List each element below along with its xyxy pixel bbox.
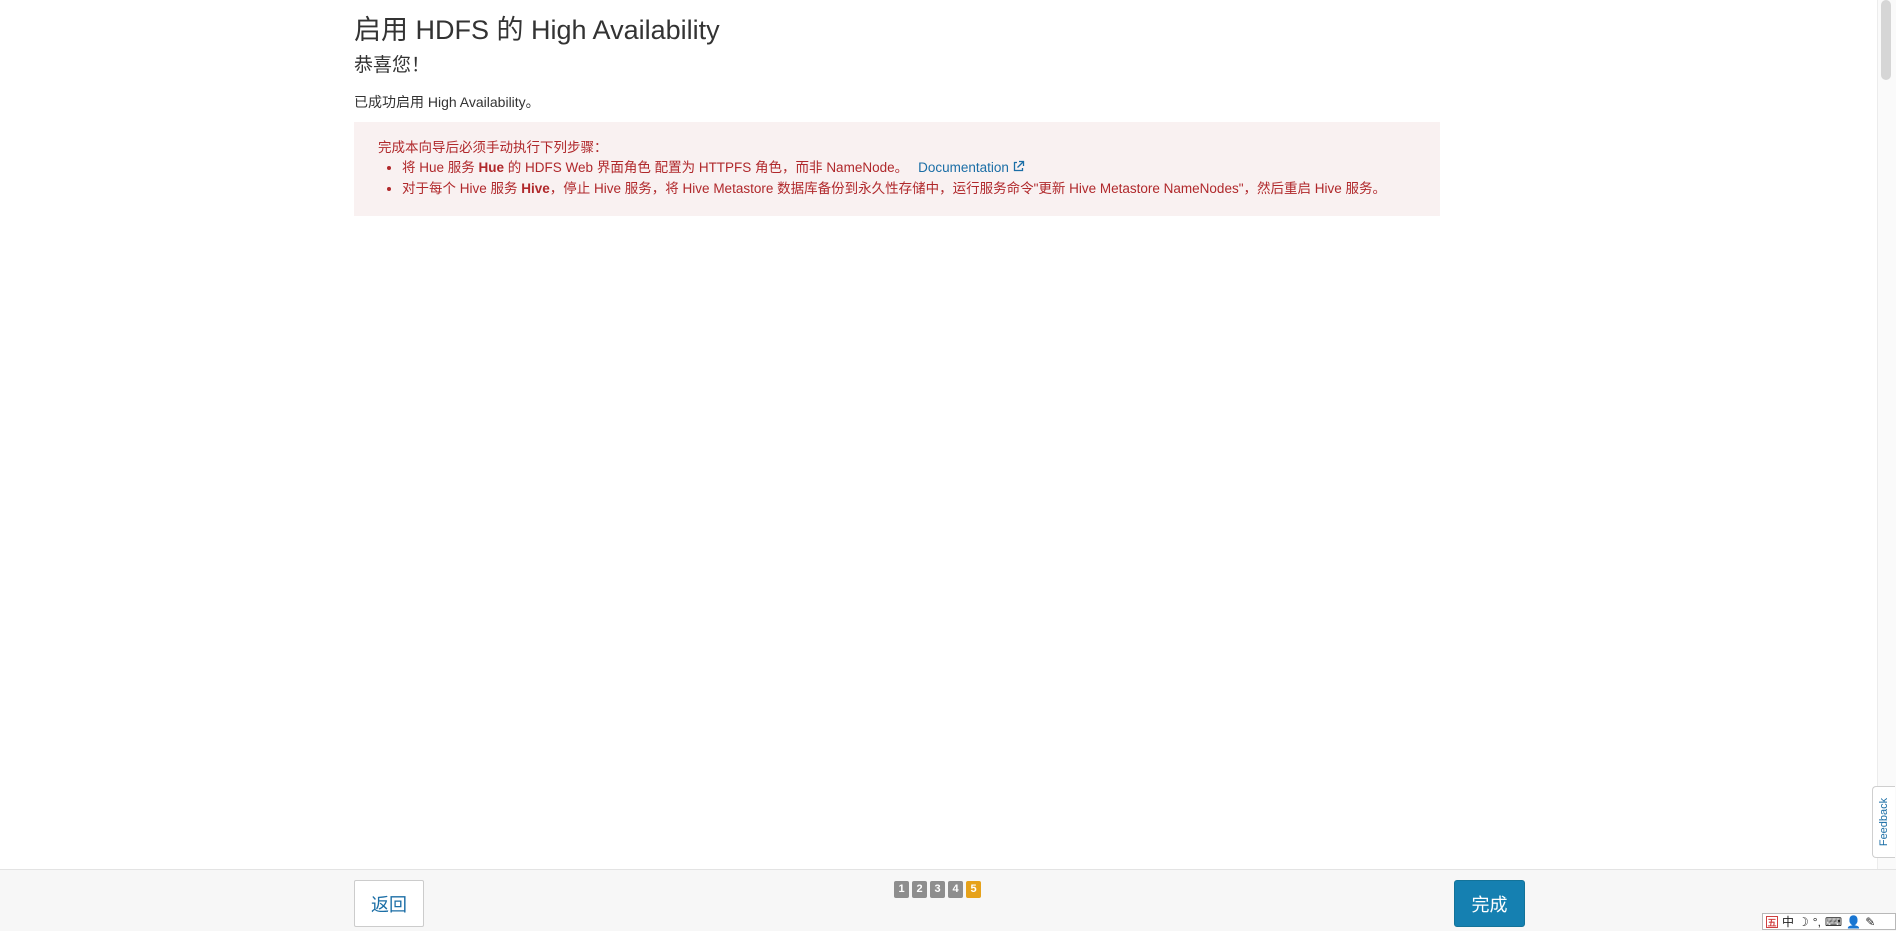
wizard-footer: 返回 1 2 3 4 5 完成 <box>0 869 1896 931</box>
step-badge: 2 <box>912 881 927 898</box>
scrollbar-thumb[interactable] <box>1881 0 1891 80</box>
page-title: 启用 HDFS 的 High Availability <box>354 15 720 45</box>
manual-steps-alert: 完成本向导后必须手动执行下列步骤： 将 Hue 服务 Hue 的 HDFS We… <box>354 122 1440 216</box>
documentation-link[interactable]: Documentation <box>918 160 1025 175</box>
feedback-label: Feedback <box>1878 797 1890 847</box>
congrats-heading: 恭喜您！ <box>354 55 431 76</box>
step-text: ，停止 Hive 服务，将 Hive Metastore 数据库备份到永久性存储… <box>549 181 1386 196</box>
moon-icon[interactable]: ☽ <box>1798 915 1809 929</box>
vertical-scrollbar[interactable] <box>1877 0 1896 869</box>
external-link-icon <box>1012 159 1025 179</box>
list-item: 将 Hue 服务 Hue 的 HDFS Web 界面角色 配置为 HTTPFS … <box>402 158 1416 179</box>
alert-title: 完成本向导后必须手动执行下列步骤： <box>378 140 608 155</box>
keyboard-icon[interactable]: ⌨ <box>1825 915 1842 929</box>
step-badge: 3 <box>930 881 945 898</box>
step-indicator: 1 2 3 4 5 <box>894 881 981 898</box>
wrench-icon[interactable]: ✎ <box>1865 915 1875 929</box>
ime-language[interactable]: 中 <box>1782 915 1794 929</box>
user-icon[interactable]: 👤 <box>1846 915 1861 929</box>
back-button[interactable]: 返回 <box>354 880 424 927</box>
finish-button[interactable]: 完成 <box>1454 880 1525 927</box>
success-message: 已成功启用 High Availability。 <box>354 94 540 110</box>
step-badge: 1 <box>894 881 909 898</box>
service-name: Hive <box>521 181 550 196</box>
ime-toolbar[interactable]: 五 中 ☽ °, ⌨ 👤 ✎ <box>1762 913 1896 930</box>
step-text: 对于每个 Hive 服务 <box>402 181 522 196</box>
step-badge: 4 <box>948 881 963 898</box>
step-text: 的 HDFS Web 界面角色 配置为 HTTPFS 角色，而非 NameNod… <box>504 160 909 175</box>
step-badge-active: 5 <box>966 881 981 898</box>
punctuation-icon[interactable]: °, <box>1813 915 1821 929</box>
service-name: Hue <box>478 160 505 175</box>
manual-steps-list: 将 Hue 服务 Hue 的 HDFS Web 界面角色 配置为 HTTPFS … <box>378 158 1416 199</box>
documentation-link-label: Documentation <box>918 160 1009 175</box>
list-item: 对于每个 Hive 服务 Hive，停止 Hive 服务，将 Hive Meta… <box>402 179 1416 199</box>
feedback-tab[interactable]: Feedback <box>1872 786 1895 858</box>
step-text: 将 Hue 服务 <box>402 160 479 175</box>
ime-logo-icon[interactable]: 五 <box>1766 915 1778 928</box>
